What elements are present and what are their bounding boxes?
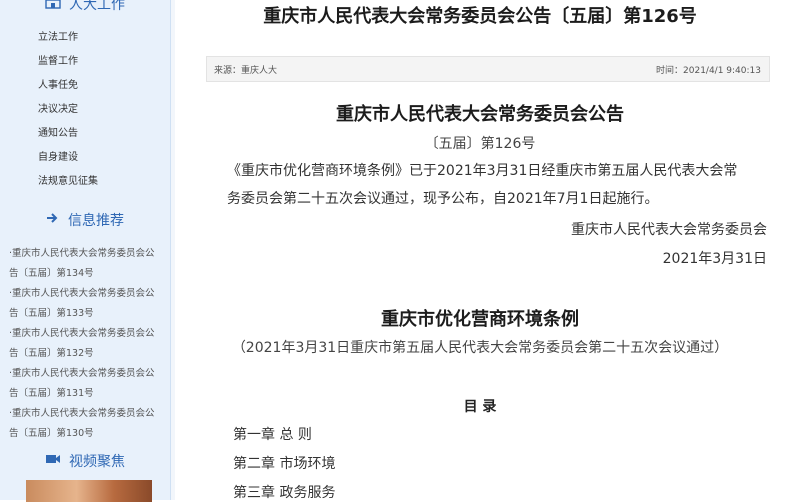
recommended-item[interactable]: ·重庆市人民代表大会常务委员会公 告〔五届〕第132号 — [9, 324, 161, 364]
video-camera-icon — [45, 453, 61, 469]
regulation-title: 重庆市优化营商环境条例 — [381, 309, 579, 330]
announcement-body: 《重庆市优化营商环境条例》已于2021年3月31日经重庆市第五届人民代表大会常 … — [227, 163, 738, 207]
sidebar-link-zishen[interactable]: 自身建设 — [38, 148, 78, 163]
sidebar-link-fagui[interactable]: 法规意见征集 — [38, 172, 98, 187]
page-title: 重庆市人民代表大会常务委员会公告〔五届〕第126号 — [263, 6, 697, 27]
video-thumbnail[interactable] — [26, 480, 152, 502]
building-icon — [45, 0, 61, 13]
sidebar-section-rendazhengzuo: 人大工作 — [0, 0, 170, 14]
article-time: 时间：2021/4/1 9:40:13 — [656, 66, 761, 76]
toc-item[interactable]: 第三章 政务服务 — [233, 482, 335, 502]
sidebar-link-tongzhi[interactable]: 通知公告 — [38, 124, 78, 139]
article-meta-bar: 来源：重庆人大 时间：2021/4/1 9:40:13 — [206, 56, 770, 82]
sidebar-link-lifa[interactable]: 立法工作 — [38, 28, 78, 43]
article-main: 重庆市人民代表大会常务委员会公告〔五届〕第126号 来源：重庆人大 时间：202… — [171, 0, 789, 502]
sidebar-link-jiandu[interactable]: 监督工作 — [38, 52, 78, 67]
announcement-signature: 重庆市人民代表大会常务委员会 — [571, 222, 767, 238]
toc-title: 目 录 — [463, 399, 497, 415]
sidebar-link-jueyi[interactable]: 决议决定 — [38, 100, 78, 115]
recommended-item[interactable]: ·重庆市人民代表大会常务委员会公 告〔五届〕第133号 — [9, 284, 161, 324]
announcement-date: 2021年3月31日 — [662, 251, 767, 267]
sidebar-section-title: 人大工作 — [69, 0, 125, 13]
sidebar-section-xinxi: 信息推荐 — [0, 208, 170, 232]
toc-item[interactable]: 第二章 市场环境 — [233, 453, 335, 473]
regulation-subtitle: （2021年3月31日重庆市第五届人民代表大会常务委员会第二十五次会议通过） — [231, 340, 729, 356]
article-source: 来源：重庆人大 — [214, 66, 278, 76]
recommended-item[interactable]: ·重庆市人民代表大会常务委员会公 告〔五届〕第134号 — [9, 244, 161, 284]
announcement-number: 〔五届〕第126号 — [424, 136, 536, 152]
sidebar-section-shipin: 视频聚焦 — [0, 450, 170, 472]
announcement-heading: 重庆市人民代表大会常务委员会公告 — [336, 104, 624, 125]
recommended-item[interactable]: ·重庆市人民代表大会常务委员会公 告〔五届〕第130号 — [9, 404, 161, 444]
sidebar: 人大工作 立法工作 监督工作 人事任免 决议决定 通知公告 自身建设 法规意见征… — [0, 0, 171, 502]
sidebar-section-title: 视频聚焦 — [69, 454, 125, 470]
recommended-item[interactable]: ·重庆市人民代表大会常务委员会公 告〔五届〕第131号 — [9, 364, 161, 404]
arrow-right-icon — [46, 212, 60, 228]
sidebar-link-renshi[interactable]: 人事任免 — [38, 76, 78, 91]
toc-item[interactable]: 第一章 总 则 — [233, 424, 312, 444]
sidebar-section-title: 信息推荐 — [68, 213, 124, 229]
